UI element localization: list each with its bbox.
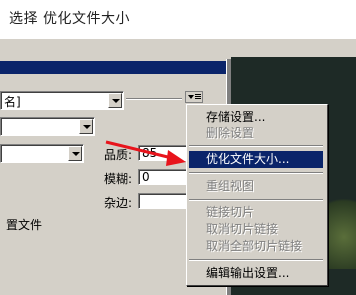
blur-label: 模糊:: [104, 172, 133, 186]
menu-item-unlink-all-slices[interactable]: 取消全部切片链接: [189, 238, 323, 255]
compression-select[interactable]: [0, 144, 84, 163]
menu-item-optimize-file-size[interactable]: 优化文件大小...: [189, 151, 323, 168]
menu-item-repopulate-views[interactable]: 重组视图: [189, 178, 323, 195]
dialog-title-bar: [0, 61, 226, 74]
quality-label: 品质:: [104, 148, 133, 162]
page-title: 选择 优化文件大小: [9, 11, 130, 27]
blur-input[interactable]: 0: [138, 169, 188, 185]
quality-input[interactable]: 85: [138, 145, 188, 161]
preset-select[interactable]: 名]: [0, 91, 124, 110]
matte-label: 杂边:: [104, 196, 133, 210]
preview-top-band: [231, 39, 356, 57]
menu-item-delete-settings[interactable]: 删除设置: [189, 125, 323, 142]
divider: [126, 98, 182, 100]
menu-separator: [189, 145, 323, 147]
menu-item-edit-output-settings[interactable]: 编辑输出设置...: [189, 265, 323, 282]
preview-plant-image: [326, 189, 356, 269]
menu-separator: [189, 199, 323, 201]
settings-file-label: 置文件: [6, 218, 43, 232]
chevron-down-icon[interactable]: [79, 119, 93, 134]
menu-separator: [189, 172, 323, 174]
menu-item-unlink-slice[interactable]: 取消切片链接: [189, 221, 323, 238]
menu-item-save-settings[interactable]: 存储设置...: [189, 109, 323, 126]
context-menu: 存储设置... 删除设置 优化文件大小... 重组视图 链接切片 取消切片链接 …: [186, 104, 328, 286]
matte-input[interactable]: [138, 193, 188, 209]
optimize-menu-button[interactable]: [185, 91, 203, 103]
quality-input-value: 85: [142, 146, 158, 160]
preset-select-value: 名]: [4, 95, 21, 109]
format-select[interactable]: [0, 117, 95, 136]
chevron-down-icon[interactable]: [68, 146, 82, 161]
menu-item-link-slices[interactable]: 链接切片: [189, 204, 323, 221]
blur-input-value: 0: [142, 170, 150, 184]
menu-separator: [189, 259, 323, 261]
chevron-down-icon[interactable]: [108, 93, 122, 108]
screenshot-area: 名] 品质: 85 模糊: 0 杂边: 置文件 存储设置... 删除设置 优化文…: [0, 39, 356, 295]
